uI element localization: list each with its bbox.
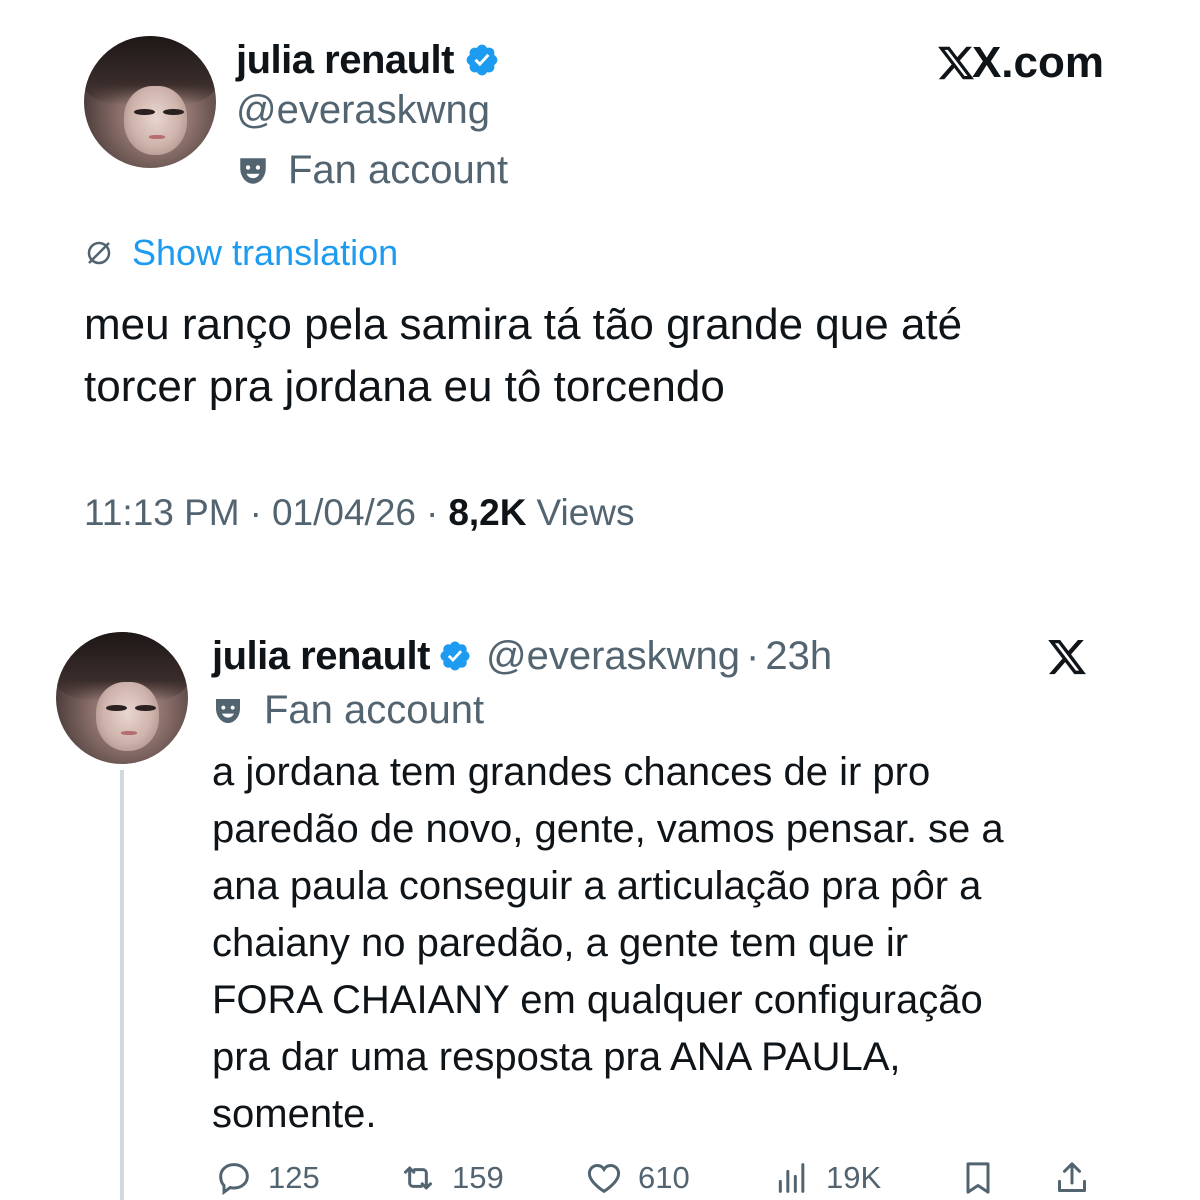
x-logo-icon xyxy=(938,46,974,80)
share-icon xyxy=(1058,1162,1086,1192)
reply-count: 125 xyxy=(268,1160,320,1195)
repost-button[interactable]: 159 xyxy=(398,1158,504,1198)
quoted-tweet-header: julia renault @everaskwng · 23h xyxy=(212,630,832,682)
like-button[interactable]: 610 xyxy=(584,1158,690,1198)
main-tweet-header: julia renault @everaskwng Fan account X.… xyxy=(84,36,1104,192)
share-button[interactable] xyxy=(1052,1158,1106,1198)
verified-badge-icon xyxy=(466,44,498,76)
bookmark-icon xyxy=(966,1162,990,1194)
tweet-meta: 11:13 PM · 01/04/26 · 8,2K Views xyxy=(84,492,635,534)
quoted-tweet-text: a jordana tem grandes chances de ir pro … xyxy=(212,744,1112,1143)
tweet-screenshot: julia renault @everaskwng Fan account X.… xyxy=(0,0,1200,1200)
theater-mask-icon xyxy=(240,157,266,184)
meta-separator: · xyxy=(249,492,262,533)
quoted-author-handle[interactable]: @everaskwng xyxy=(486,634,740,679)
theater-mask-icon xyxy=(216,698,240,723)
show-translation-link[interactable]: Show translation xyxy=(84,232,398,274)
show-translation-text[interactable]: Show translation xyxy=(132,232,398,274)
author-display-name[interactable]: julia renault xyxy=(236,38,455,83)
views-count[interactable]: 8,2K xyxy=(448,492,526,534)
bookmark-button[interactable] xyxy=(958,1158,1012,1198)
repost-count: 159 xyxy=(452,1160,504,1195)
header-separator: · xyxy=(746,633,760,678)
tweet-time[interactable]: 11:13 PM xyxy=(84,492,240,534)
x-logo-icon xyxy=(1048,639,1086,675)
views-bar-chart-icon xyxy=(778,1163,805,1193)
views-count-small: 19K xyxy=(826,1160,882,1195)
quoted-fan-account-label: Fan account xyxy=(212,688,484,733)
tweet-text-line: somente. xyxy=(212,1092,377,1136)
tweet-text-line: pra dar uma resposta pra ANA PAULA, xyxy=(212,1035,901,1079)
views-button[interactable]: 19K xyxy=(772,1158,881,1198)
thread-connector-line xyxy=(120,770,124,1200)
tweet-text-line: ana paula conseguir a articulação pra pô… xyxy=(212,864,982,908)
author-handle[interactable]: @everaskwng xyxy=(236,88,490,133)
tweet-text-line: torcer pra jordana eu tô torcendo xyxy=(84,362,725,411)
fan-account-label: Fan account xyxy=(236,148,508,193)
reply-button[interactable]: 125 xyxy=(214,1158,320,1198)
tweet-text-line: meu ranço pela samira tá tão grande que … xyxy=(84,300,963,349)
tweet-text-line: paredão de novo, gente, vamos pensar. se… xyxy=(212,807,1004,851)
quoted-author-display-name[interactable]: julia renault xyxy=(212,634,431,679)
tweet-text-line: FORA CHAIANY em qualquer configuração xyxy=(212,978,983,1022)
tweet-action-bar: 125 159 610 19K xyxy=(214,1158,1094,1200)
like-count: 610 xyxy=(638,1160,690,1195)
verified-badge-icon xyxy=(440,641,470,671)
fan-account-text: Fan account xyxy=(288,148,509,192)
tweet-text-line: a jordana tem grandes chances de ir pro xyxy=(212,750,931,794)
avatar[interactable] xyxy=(84,36,216,168)
quoted-tweet-time[interactable]: 23h xyxy=(765,634,832,679)
quoted-avatar[interactable] xyxy=(56,632,188,764)
repost-icon xyxy=(404,1166,432,1190)
x-brand: X.com xyxy=(936,38,1104,88)
x-brand-domain: X.com xyxy=(971,38,1104,87)
tweet-date[interactable]: 01/04/26 xyxy=(272,492,416,534)
tweet-text: meu ranço pela samira tá tão grande que … xyxy=(84,294,1124,418)
meta-separator: · xyxy=(425,492,439,533)
author-name-row: julia renault xyxy=(236,36,500,84)
reply-icon xyxy=(219,1163,249,1196)
views-label: Views xyxy=(536,492,635,533)
translate-globe-icon xyxy=(87,241,111,265)
fan-account-text: Fan account xyxy=(264,688,485,732)
tweet-text-line: chaiany no paredão, a gente tem que ir xyxy=(212,921,909,965)
heart-icon xyxy=(587,1163,621,1194)
